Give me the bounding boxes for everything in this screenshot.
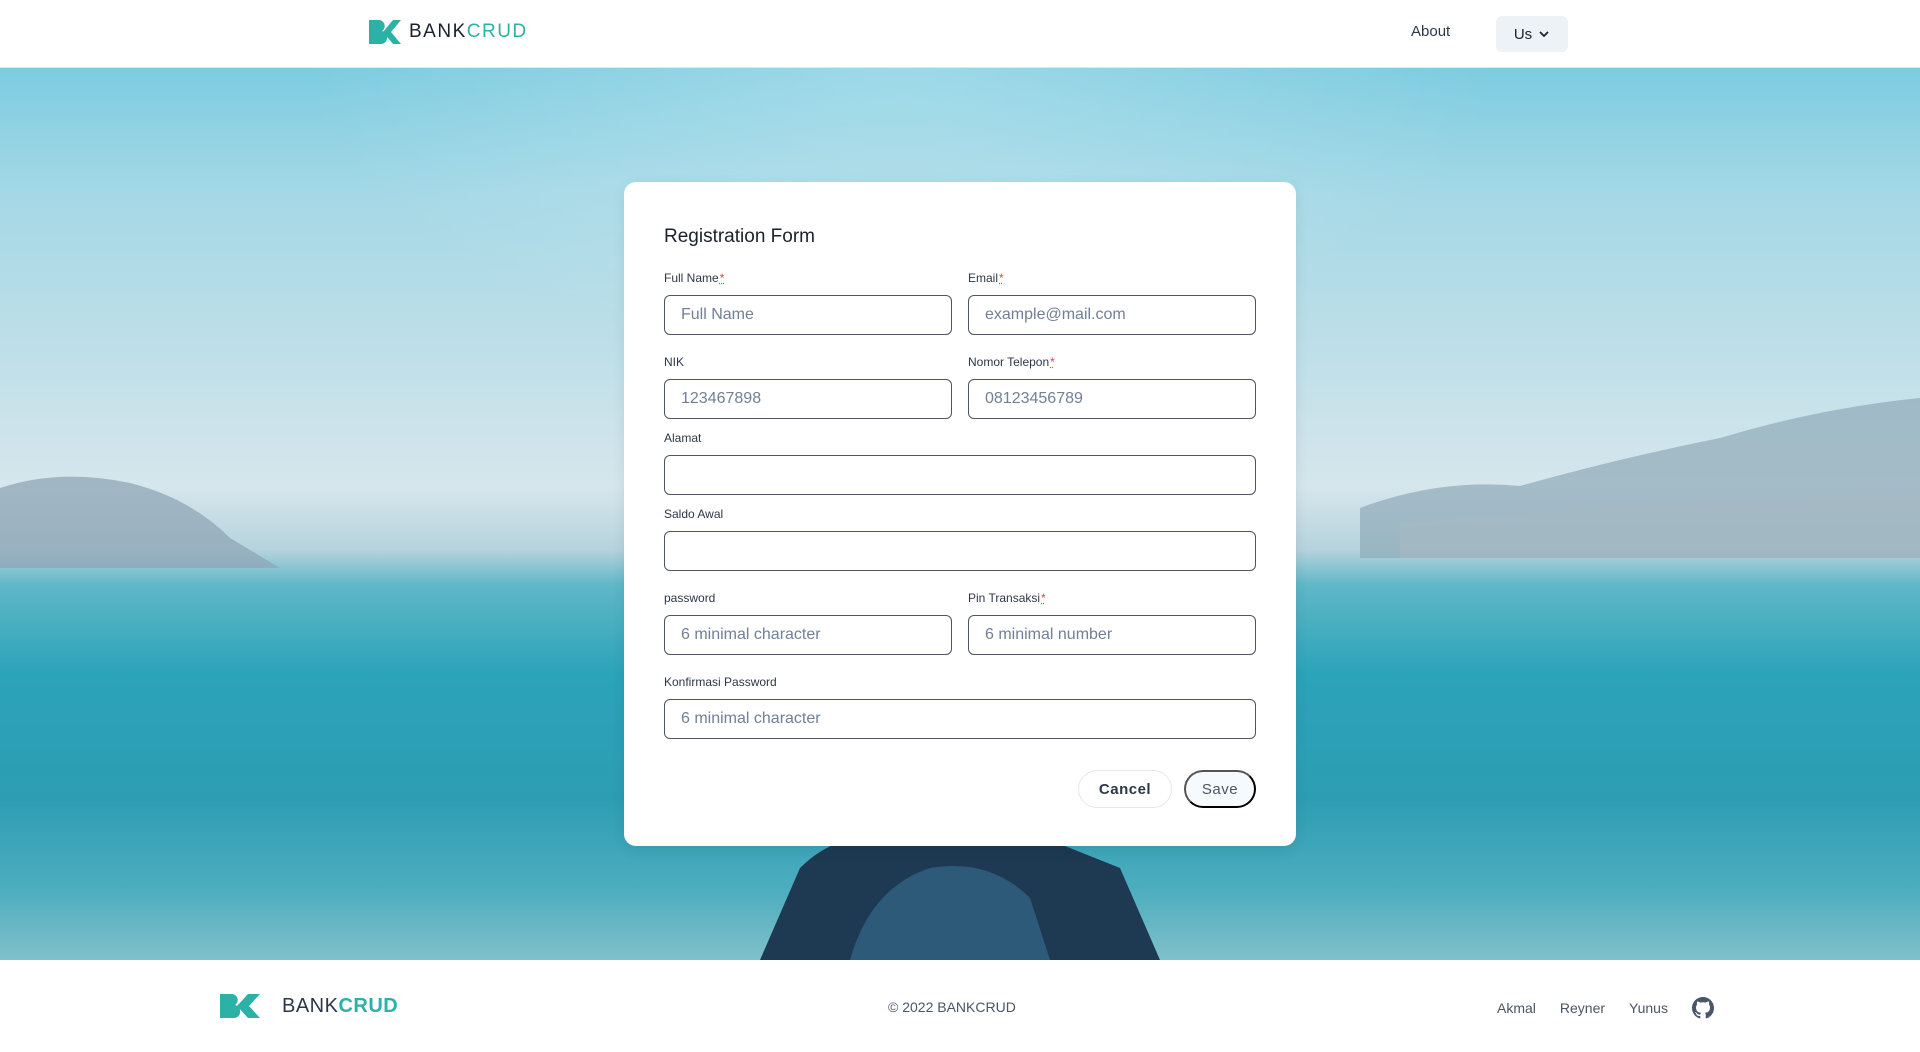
brand-prefix: BANK	[409, 21, 467, 42]
top-navbar: BANKCRUD About Us	[0, 0, 1920, 68]
form-title: Registration Form	[664, 226, 815, 247]
footer-link-akmal[interactable]: Akmal	[1497, 1000, 1536, 1016]
full-name-input[interactable]	[664, 295, 952, 335]
phone-field: Nomor Telepon*	[968, 354, 1256, 419]
brand-link[interactable]: BANKCRUD	[369, 20, 528, 44]
nav-about-link[interactable]: About	[1411, 23, 1450, 40]
address-input[interactable]	[664, 455, 1256, 495]
footer-brand[interactable]: BANKCRUD	[220, 994, 398, 1018]
phone-label: Nomor Telepon*	[968, 354, 1256, 370]
person-shoulder-image	[760, 828, 1160, 960]
copyright-text: © 2022 BANKCRUD	[888, 999, 1016, 1015]
confirm-password-field: Konfirmasi Password	[664, 674, 1256, 739]
bc-logo-icon	[369, 20, 401, 44]
initial-balance-label: Saldo Awal	[664, 507, 724, 521]
footer-brand-name: BANKCRUD	[282, 995, 398, 1018]
initial-balance-field: Saldo Awal	[664, 506, 1256, 571]
password-input[interactable]	[664, 615, 952, 655]
brand-accent: CRUD	[466, 21, 528, 42]
registration-form-card: Registration Form Full Name* Email* NIK …	[624, 182, 1296, 846]
nav-us-dropdown[interactable]: Us	[1496, 16, 1568, 52]
right-hills-image	[1360, 398, 1920, 558]
pin-input[interactable]	[968, 615, 1256, 655]
full-name-label-text: Full Name	[664, 271, 719, 285]
footer-links: Akmal Reyner Yunus	[1497, 997, 1714, 1019]
phone-label-text: Nomor Telepon	[968, 355, 1050, 369]
required-mark: *	[1041, 591, 1046, 605]
footer-brand-accent: CRUD	[338, 994, 399, 1017]
footer-link-yunus[interactable]: Yunus	[1629, 1000, 1668, 1016]
github-icon[interactable]	[1691, 997, 1714, 1019]
brand-name: BANKCRUD	[409, 21, 528, 43]
address-label: Alamat	[664, 431, 702, 445]
required-mark: *	[999, 271, 1004, 285]
nik-input[interactable]	[664, 379, 952, 419]
pin-label-text: Pin Transaksi	[968, 591, 1041, 605]
footer-brand-prefix: BANK	[282, 994, 339, 1017]
pin-field: Pin Transaksi*	[968, 590, 1256, 655]
phone-input[interactable]	[968, 379, 1256, 419]
confirm-password-input[interactable]	[664, 699, 1256, 739]
password-field: password	[664, 590, 952, 655]
nik-label: NIK	[664, 355, 685, 369]
address-field: Alamat	[664, 430, 1256, 495]
nav-us-label: Us	[1513, 25, 1533, 43]
footer-link-reyner[interactable]: Reyner	[1560, 1000, 1605, 1016]
email-label-text: Email	[968, 271, 999, 285]
email-input[interactable]	[968, 295, 1256, 335]
required-mark: *	[1050, 355, 1055, 369]
confirm-password-label: Konfirmasi Password	[664, 675, 777, 689]
save-button[interactable]: Save	[1184, 770, 1256, 808]
chevron-down-icon	[1539, 31, 1549, 37]
full-name-field: Full Name*	[664, 270, 952, 335]
email-label: Email*	[968, 270, 1256, 286]
cancel-button[interactable]: Cancel	[1078, 770, 1172, 808]
pin-label: Pin Transaksi*	[968, 590, 1256, 606]
password-label: password	[664, 591, 716, 605]
email-field: Email*	[968, 270, 1256, 335]
bc-logo-icon	[220, 994, 260, 1018]
initial-balance-input[interactable]	[664, 531, 1256, 571]
required-mark: *	[719, 271, 725, 285]
left-hill-image	[0, 476, 280, 568]
nik-field: NIK	[664, 354, 952, 419]
footer: BANKCRUD © 2022 BANKCRUD Akmal Reyner Yu…	[0, 960, 1920, 1052]
full-name-label: Full Name*	[664, 270, 952, 286]
